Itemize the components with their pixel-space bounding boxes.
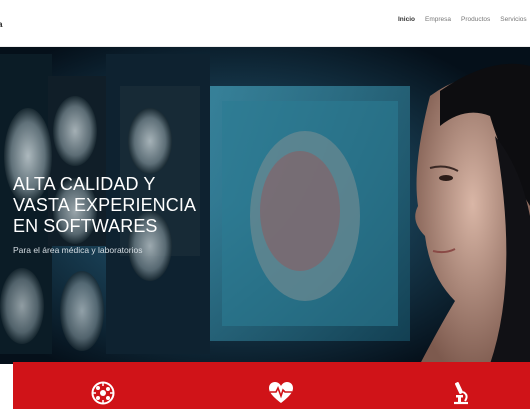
- nav-item-inicio[interactable]: Inicio: [398, 16, 415, 23]
- nav-item-empresa[interactable]: Empresa: [425, 16, 451, 23]
- hero-banner: ALTA CALIDAD Y VASTA EXPERIENCIA EN SOFT…: [0, 46, 530, 364]
- nav-item-productos[interactable]: Productos: [461, 16, 490, 23]
- hero-subtitle: Para el área médica y laboratorios: [13, 245, 143, 255]
- main-nav: Inicio Empresa Productos Servicios: [398, 16, 530, 23]
- hero-title-line-3: EN SOFTWARES: [13, 216, 158, 236]
- features-bar: [13, 362, 530, 409]
- virus-icon: [90, 380, 116, 406]
- nav-item-servicios[interactable]: Servicios: [500, 16, 526, 23]
- hero-text-block: ALTA CALIDAD Y VASTA EXPERIENCIA EN SOFT…: [13, 174, 233, 255]
- hero-title-line-1: ALTA CALIDAD Y: [13, 174, 156, 194]
- site-header: a Inicio Empresa Productos Servicios: [0, 0, 530, 47]
- hero-title-line-2: VASTA EXPERIENCIA: [13, 195, 197, 215]
- hero-title: ALTA CALIDAD Y VASTA EXPERIENCIA EN SOFT…: [13, 174, 233, 237]
- microscope-icon: [447, 380, 473, 406]
- heartbeat-icon: [268, 380, 294, 406]
- logo[interactable]: a: [0, 20, 2, 29]
